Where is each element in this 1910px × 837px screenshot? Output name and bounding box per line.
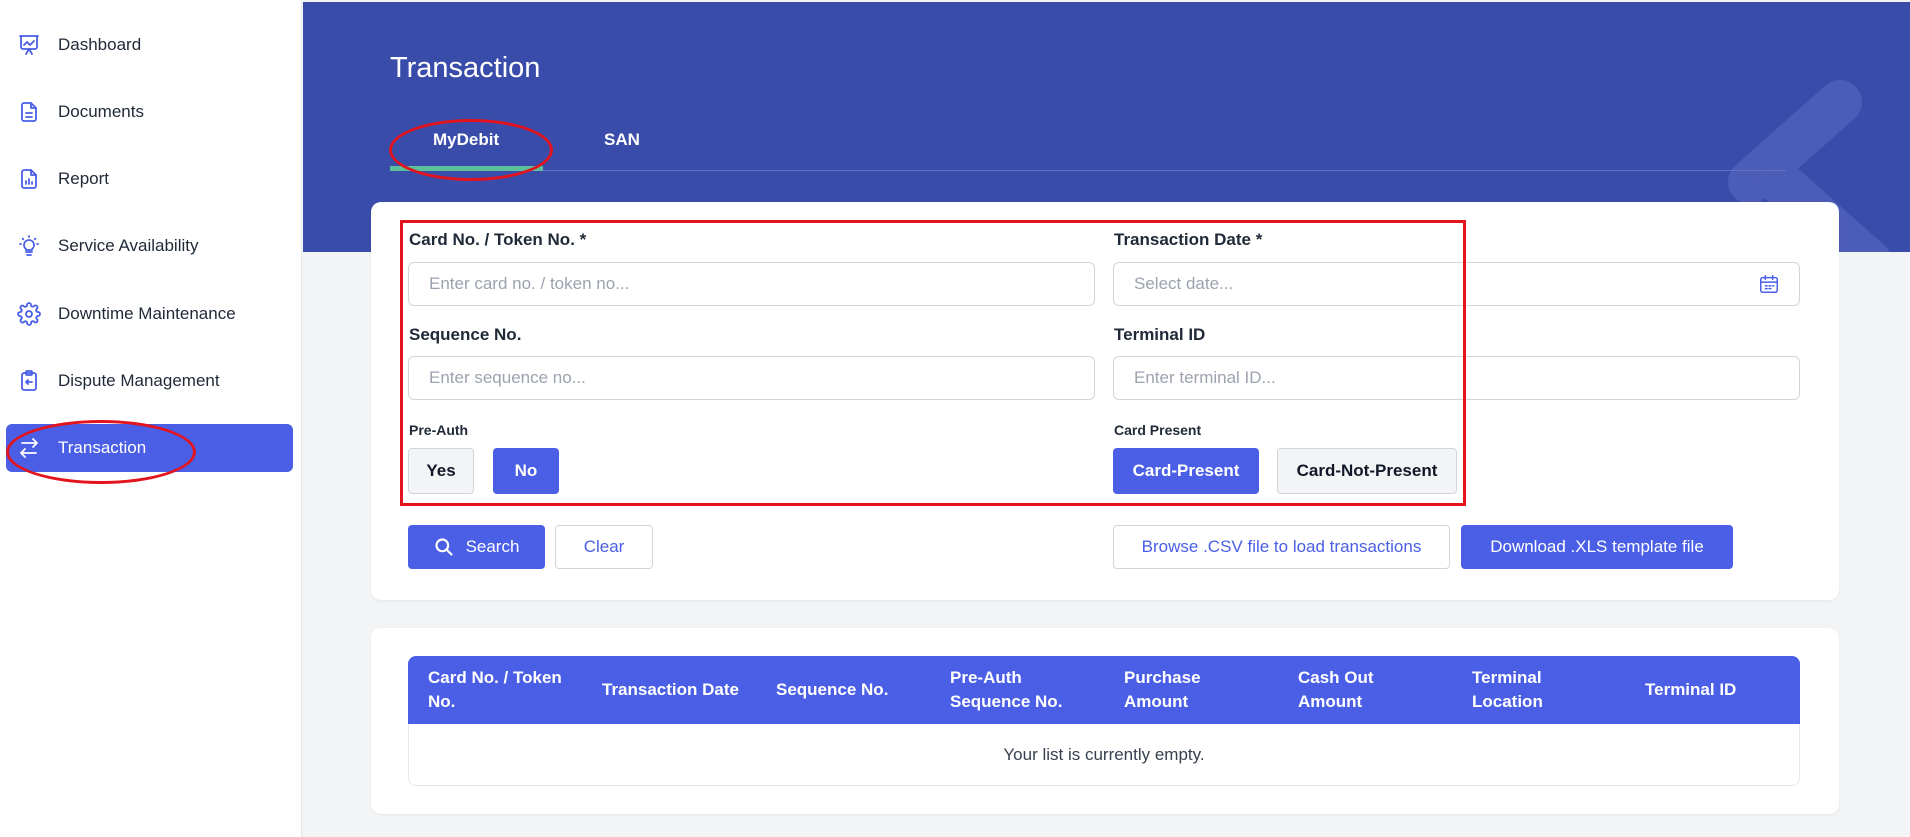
document-icon [16,99,42,125]
sidebar-item-label: Dispute Management [58,371,220,390]
sequence-number-label: Sequence No. [409,325,522,344]
sidebar-item-transaction[interactable]: Transaction [6,424,293,472]
sidebar-item-downtime-maintenance[interactable]: Downtime Maintenance [6,290,293,338]
calendar-icon[interactable] [1758,273,1780,300]
tab-active-indicator [390,166,543,171]
sequence-number-input[interactable] [408,356,1095,400]
clear-button[interactable]: Clear [555,525,653,569]
sidebar-item-label: Report [58,169,110,188]
sidebar-item-label: Transaction [58,438,147,457]
download-xls-button[interactable]: Download .XLS template file [1461,525,1733,569]
gear-icon [16,301,42,327]
lightbulb-icon [16,233,42,259]
pre-auth-no-button[interactable]: No [493,448,559,494]
sidebar-item-label: Downtime Maintenance [58,304,236,323]
sidebar-item-documents[interactable]: Documents [6,88,293,136]
column-header-purchase-amount[interactable]: Purchase Amount [1124,656,1234,724]
presentation-chart-icon [16,32,42,58]
table-header: Card No. / Token No. Transaction Date Se… [408,656,1800,724]
sidebar-item-service-availability[interactable]: Service Availability [6,222,293,270]
table-empty-state: Your list is currently empty. [408,724,1800,786]
terminal-id-input[interactable] [1113,356,1800,400]
sidebar-item-label: Service Availability [58,236,199,255]
sidebar-item-dispute-management[interactable]: Dispute Management [6,357,293,405]
card-present-button[interactable]: Card-Present [1113,448,1259,494]
page-title: Transaction [390,52,541,84]
sidebar-item-report[interactable]: Report [6,155,293,203]
tab-mydebit[interactable]: MyDebit [433,130,499,150]
pre-auth-label: Pre-Auth [409,422,469,438]
transaction-date-input[interactable] [1113,262,1800,306]
column-header-terminal-id[interactable]: Terminal ID [1645,656,1775,724]
search-button[interactable]: Search [408,525,545,569]
card-number-label: Card No. / Token No. * [409,230,587,249]
card-number-input[interactable] [408,262,1095,306]
card-not-present-button[interactable]: Card-Not-Present [1277,448,1457,494]
terminal-id-label: Terminal ID [1114,325,1206,344]
arrows-exchange-icon [16,435,42,461]
column-header-pre-auth-sequence[interactable]: Pre-Auth Sequence No. [950,656,1080,724]
transaction-date-label: Transaction Date * [1114,230,1263,249]
column-header-sequence-number[interactable]: Sequence No. [776,656,926,724]
card-present-label: Card Present [1114,422,1202,438]
search-icon [434,537,454,557]
tab-san[interactable]: SAN [604,130,640,150]
sidebar: Dashboard Documents Report Service Avail… [0,0,302,837]
pre-auth-yes-button[interactable]: Yes [408,448,474,494]
column-header-transaction-date[interactable]: Transaction Date [602,656,752,724]
sidebar-item-label: Documents [58,102,144,121]
browse-csv-button[interactable]: Browse .CSV file to load transactions [1113,525,1450,569]
sidebar-item-dashboard[interactable]: Dashboard [6,21,293,69]
search-button-label: Search [465,537,520,556]
report-icon [16,166,42,192]
column-header-terminal-location[interactable]: Terminal Location [1472,656,1582,724]
column-header-cash-out-amount[interactable]: Cash Out Amount [1298,656,1408,724]
column-header-card-number[interactable]: Card No. / Token No. [428,656,578,724]
clipboard-return-icon [16,368,42,394]
sidebar-item-label: Dashboard [58,35,142,54]
tab-divider [390,170,1786,171]
